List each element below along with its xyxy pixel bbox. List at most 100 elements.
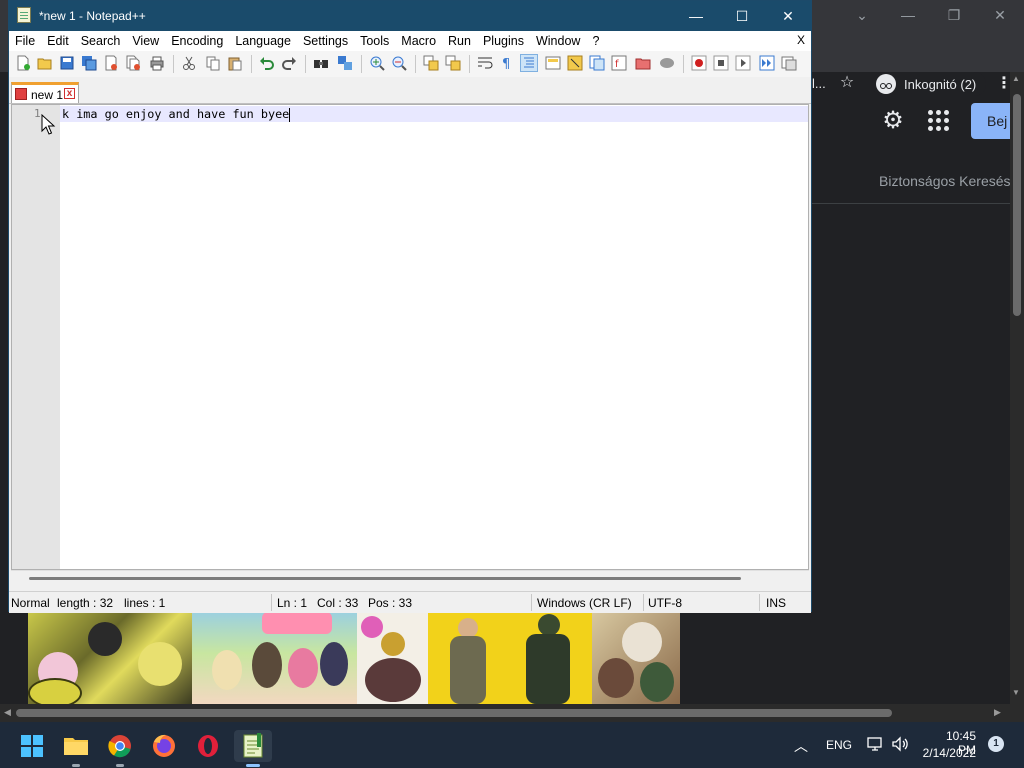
show-hidden-icons-chevron-icon[interactable]: ︿ <box>794 736 808 756</box>
zoom-out-icon[interactable] <box>391 55 407 71</box>
print-icon[interactable] <box>149 55 165 71</box>
close-all-icon[interactable] <box>125 55 141 71</box>
windows-start-icon <box>21 735 43 757</box>
menu-plugins[interactable]: Plugins <box>477 31 530 51</box>
opera-button[interactable] <box>192 730 224 762</box>
run-macro-multiple-icon[interactable] <box>759 55 775 71</box>
menu-window[interactable]: Window <box>530 31 586 51</box>
maximize-button[interactable]: ☐ <box>719 1 765 31</box>
incognito-profile-button[interactable]: Inkognitó (2) <box>872 72 987 96</box>
status-column: Col : 33 <box>317 596 359 610</box>
show-all-characters-icon[interactable]: ¶ <box>499 55 515 71</box>
scrollbar-thumb[interactable] <box>29 577 741 580</box>
clock-date[interactable]: 2/14/2022 <box>918 746 976 760</box>
zoom-in-icon[interactable] <box>369 55 385 71</box>
scrollbar-thumb[interactable] <box>1013 94 1021 316</box>
redo-icon[interactable] <box>281 55 297 71</box>
close-button[interactable]: ✕ <box>765 1 811 31</box>
scrollbar-thumb[interactable] <box>16 709 892 717</box>
volume-icon[interactable] <box>890 734 910 754</box>
image-thumbnail[interactable] <box>428 612 592 704</box>
new-file-icon[interactable] <box>15 55 31 71</box>
undo-icon[interactable] <box>259 55 275 71</box>
replace-icon[interactable] <box>337 55 353 71</box>
tab-search-icon[interactable]: ⌄ <box>852 5 872 25</box>
playback-macro-icon[interactable] <box>735 55 751 71</box>
start-button[interactable] <box>16 730 48 762</box>
menu-language[interactable]: Language <box>229 31 297 51</box>
save-all-icon[interactable] <box>81 55 97 71</box>
find-icon[interactable] <box>313 55 329 71</box>
menu-macro[interactable]: Macro <box>395 31 442 51</box>
stop-recording-icon[interactable] <box>713 55 729 71</box>
image-thumbnail[interactable] <box>357 612 428 704</box>
scroll-right-arrow-icon[interactable]: ▶ <box>994 707 1001 718</box>
scroll-down-arrow-icon[interactable]: ▼ <box>1012 688 1020 697</box>
menu-edit[interactable]: Edit <box>41 31 75 51</box>
sync-horizontal-icon[interactable] <box>445 55 461 71</box>
editor-horizontal-scrollbar[interactable] <box>11 570 809 586</box>
scroll-corner <box>1010 704 1024 722</box>
image-thumbnail[interactable] <box>192 612 357 704</box>
image-thumbnail[interactable] <box>592 612 680 704</box>
scroll-up-arrow-icon[interactable]: ▲ <box>1012 74 1020 83</box>
file-explorer-button[interactable] <box>60 730 92 767</box>
menu-tools[interactable]: Tools <box>354 31 395 51</box>
monitoring-icon[interactable] <box>659 55 675 71</box>
text-editor[interactable]: 1 k ima go enjoy and have fun byee <box>11 104 809 570</box>
paste-icon[interactable] <box>227 55 243 71</box>
close-document-button[interactable]: X <box>797 33 805 47</box>
notification-count-badge[interactable]: 1 <box>988 736 1004 752</box>
chrome-button[interactable] <box>104 730 136 767</box>
chrome-close-button[interactable]: ✕ <box>990 5 1010 25</box>
chrome-horizontal-scrollbar[interactable]: ◀ ▶ <box>0 704 1010 722</box>
input-language-indicator[interactable]: ENG <box>826 738 852 752</box>
open-file-icon[interactable] <box>37 55 53 71</box>
address-bar-fragment[interactable]: l... <box>812 76 826 91</box>
indent-guide-icon[interactable] <box>520 54 538 72</box>
menu-view[interactable]: View <box>126 31 165 51</box>
firefox-button[interactable] <box>148 730 180 762</box>
bookmark-star-icon[interactable]: ☆ <box>838 74 856 92</box>
user-defined-language-icon[interactable] <box>545 55 561 71</box>
tab-new-1[interactable]: new 1 x <box>11 82 79 103</box>
menu-settings[interactable]: Settings <box>297 31 354 51</box>
menu-run[interactable]: Run <box>442 31 477 51</box>
close-file-icon[interactable] <box>103 55 119 71</box>
chrome-menu-icon[interactable]: ⋮ <box>996 74 1012 94</box>
menu-help[interactable]: ? <box>586 31 605 51</box>
editor-text[interactable]: k ima go enjoy and have fun byee <box>62 107 291 122</box>
notepad-app-icon <box>17 7 31 23</box>
google-apps-icon[interactable] <box>928 110 950 132</box>
scroll-left-arrow-icon[interactable]: ◀ <box>4 707 11 718</box>
status-separator <box>531 594 532 611</box>
tab-bar: new 1 x <box>9 77 811 104</box>
network-icon[interactable] <box>866 735 884 753</box>
tab-close-icon[interactable]: x <box>64 88 75 99</box>
status-encoding[interactable]: UTF-8 <box>648 596 682 610</box>
word-wrap-icon[interactable] <box>477 55 493 71</box>
document-map-icon[interactable] <box>567 55 583 71</box>
safe-search-link[interactable]: Biztonságos Keresés <box>879 173 1011 189</box>
menu-file[interactable]: File <box>9 31 41 51</box>
record-macro-icon[interactable] <box>691 55 707 71</box>
status-eol-format[interactable]: Windows (CR LF) <box>537 596 632 610</box>
save-macro-icon[interactable] <box>781 55 797 71</box>
function-list-icon[interactable]: f <box>611 55 627 71</box>
cut-icon[interactable] <box>181 55 197 71</box>
status-insert-mode[interactable]: INS <box>766 596 786 610</box>
menu-encoding[interactable]: Encoding <box>165 31 229 51</box>
notepad-plus-plus-button[interactable] <box>234 730 272 767</box>
settings-gear-icon[interactable]: ⚙ <box>880 108 906 134</box>
save-icon[interactable] <box>59 55 75 71</box>
chrome-restore-button[interactable]: ❐ <box>944 5 964 25</box>
image-thumbnail[interactable] <box>28 612 192 704</box>
minimize-button[interactable]: — <box>673 1 719 31</box>
folder-as-workspace-icon[interactable] <box>635 55 651 71</box>
copy-icon[interactable] <box>205 55 221 71</box>
chrome-vertical-scrollbar[interactable]: ▲ ▼ <box>1010 72 1024 704</box>
menu-search[interactable]: Search <box>75 31 127 51</box>
chrome-minimize-button[interactable]: — <box>898 5 918 25</box>
sync-vertical-icon[interactable] <box>423 55 439 71</box>
document-list-icon[interactable] <box>589 55 605 71</box>
